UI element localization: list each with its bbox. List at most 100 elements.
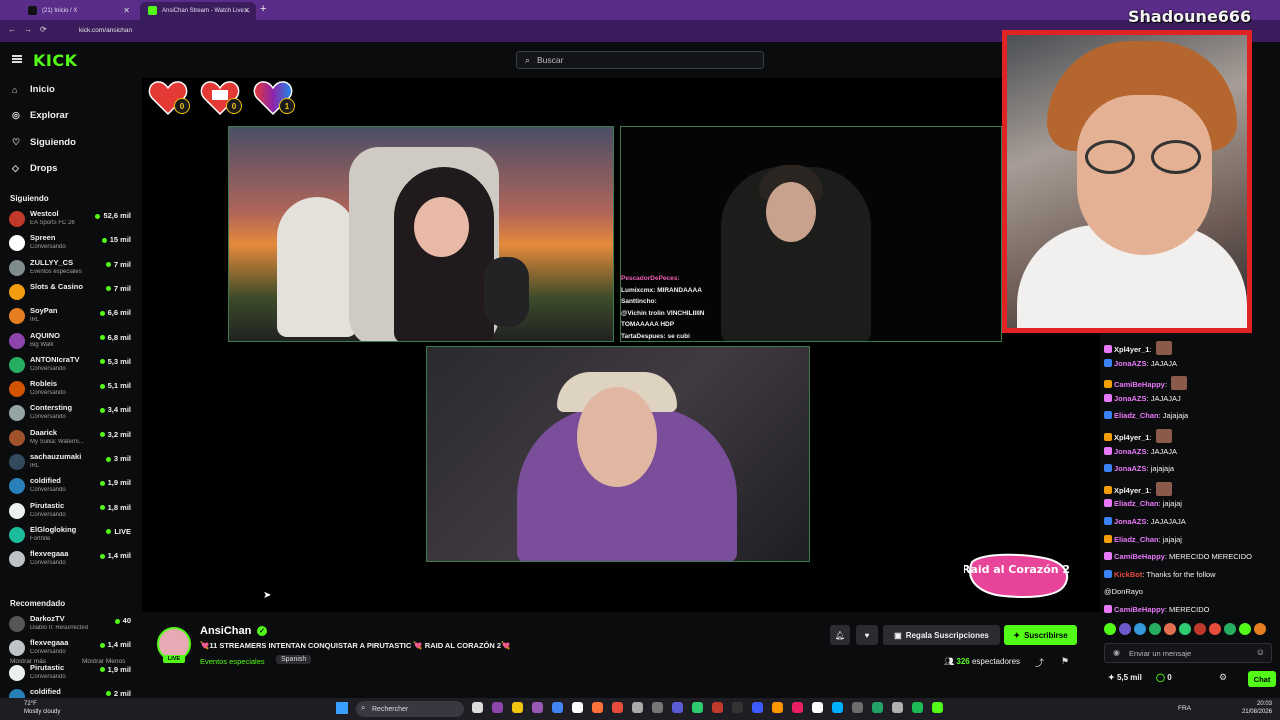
close-tab-icon[interactable]: ✕ xyxy=(243,6,250,15)
chat-username[interactable]: JonaAZS xyxy=(1114,447,1147,456)
taskbar-app-icon[interactable] xyxy=(712,702,723,713)
kick-logo[interactable]: KICK xyxy=(33,51,78,70)
sidebar-channel[interactable]: ANTONIcraTV Conversando 5,3 mil xyxy=(9,355,133,377)
sidebar-channel[interactable]: SoyPan IRL 6,6 mil xyxy=(9,306,133,328)
taskbar-app-icon[interactable] xyxy=(532,702,543,713)
settings-gear-icon[interactable]: ⚙ xyxy=(1219,672,1227,683)
taskbar-app-icon[interactable] xyxy=(912,702,923,713)
quick-emote-icon[interactable] xyxy=(1134,623,1146,635)
chat-username[interactable]: JonaAZS xyxy=(1114,464,1147,473)
quick-emote-icon[interactable] xyxy=(1224,623,1236,635)
emote-bar[interactable] xyxy=(1104,623,1276,637)
subscribe-button[interactable]: ✦ Suscribirse xyxy=(1004,625,1077,645)
sidebar-channel[interactable]: Westcol EA Sports FC 26 52,6 mil xyxy=(9,209,133,231)
taskbar-app-icon[interactable] xyxy=(572,702,583,713)
sidebar-channel[interactable]: sachauzumaki IRL 3 mil xyxy=(9,452,133,474)
chat-username[interactable]: Xpl4yer_1 xyxy=(1114,345,1149,354)
chat-username[interactable]: CamiBeHappy xyxy=(1114,605,1165,614)
smile-icon[interactable]: ☺ xyxy=(1256,647,1265,657)
sidebar-channel[interactable]: coldified Conversando 1,9 mil xyxy=(9,476,133,498)
nav-buttons[interactable]: ←→⟳ xyxy=(8,25,55,34)
taskbar-app-icon[interactable] xyxy=(472,702,483,713)
chat-username[interactable]: Xpl4yer_1 xyxy=(1114,486,1149,495)
taskbar-app-icon[interactable] xyxy=(692,702,703,713)
search-bar[interactable]: ⌕ xyxy=(516,51,764,69)
sidebar-channel[interactable]: Pirutastic Conversando 1,9 mil xyxy=(9,663,133,685)
sidebar-channel[interactable]: DarkozTV Diablo II: Resurrected 40 xyxy=(9,614,133,636)
quick-emote-icon[interactable] xyxy=(1209,623,1221,635)
sidebar-channel[interactable]: Spreen Conversando 15 mil xyxy=(9,233,133,255)
taskbar-app-icon[interactable] xyxy=(792,702,803,713)
chat-username[interactable]: Eliadz_Chan xyxy=(1114,411,1159,420)
nav-drops[interactable]: ◇ Drops xyxy=(12,163,57,174)
taskbar-app-icon[interactable] xyxy=(652,702,663,713)
quick-emote-icon[interactable] xyxy=(1149,623,1161,635)
sidebar-channel[interactable]: Contersting Conversando 3,4 mil xyxy=(9,403,133,425)
chat-message-input[interactable] xyxy=(1129,646,1249,660)
chat-send-button[interactable]: Chat xyxy=(1248,671,1276,687)
chat-username[interactable]: Eliadz_Chan xyxy=(1114,499,1159,508)
sidebar-channel[interactable]: Slots & Casino 7 mil xyxy=(9,282,133,304)
sidebar-channel[interactable]: ElGlogloking Fortnite LIVE xyxy=(9,525,133,547)
taskbar-app-icon[interactable] xyxy=(612,702,623,713)
follow-heart-button[interactable]: ♥ xyxy=(856,625,878,645)
sidebar-channel[interactable]: Pirutastic Conversando 1,8 mil xyxy=(9,501,133,523)
quick-emote-icon[interactable] xyxy=(1164,623,1176,635)
taskbar-app-icon[interactable] xyxy=(592,702,603,713)
notification-bell-button[interactable]: 🔔︎ xyxy=(830,625,850,645)
language-tag[interactable]: Spanish xyxy=(276,655,312,664)
quick-emote-icon[interactable] xyxy=(1194,623,1206,635)
gift-subs-button[interactable]: ▣ Regala Suscripciones xyxy=(883,625,1000,645)
chat-username[interactable]: JonaAZS xyxy=(1114,394,1147,403)
quick-emote-icon[interactable] xyxy=(1239,623,1251,635)
chat-username[interactable]: JonaAZS xyxy=(1114,517,1147,526)
taskbar-app-icon[interactable] xyxy=(512,702,523,713)
quick-emote-icon[interactable] xyxy=(1119,623,1131,635)
taskbar-app-icon[interactable] xyxy=(492,702,503,713)
chat-username[interactable]: CamiBeHappy xyxy=(1114,552,1165,561)
kicks-balance[interactable]: ✦ 5,5 mil xyxy=(1108,673,1142,682)
share-icon[interactable]: ⤴ xyxy=(1035,656,1044,669)
sidebar-channel[interactable]: AQUINO Big Walk 6,8 mil xyxy=(9,331,133,353)
stream-category-link[interactable]: Eventos especiales xyxy=(200,657,265,666)
taskbar-app-icon[interactable] xyxy=(632,702,643,713)
quick-emote-icon[interactable] xyxy=(1104,623,1116,635)
chat-username[interactable]: KickBot xyxy=(1114,570,1142,579)
search-input[interactable] xyxy=(537,52,757,68)
sidebar-channel[interactable]: ZULLYY_CS Eventos especiales 7 mil xyxy=(9,258,133,280)
quick-emote-icon[interactable] xyxy=(1179,623,1191,635)
sidebar-channel[interactable]: Robleis Conversando 5,1 mil xyxy=(9,379,133,401)
channel-name[interactable]: AnsiChan xyxy=(200,625,251,637)
taskbar-app-icon[interactable] xyxy=(772,702,783,713)
taskbar-app-icon[interactable] xyxy=(832,702,843,713)
taskbar-search[interactable]: ⌕ Rechercher xyxy=(356,701,464,717)
browser-tab-active[interactable]: AnsiChan Stream - Watch Live ... ✕ xyxy=(140,2,256,20)
taskbar-app-icon[interactable] xyxy=(812,702,823,713)
taskbar-app-icon[interactable] xyxy=(872,702,883,713)
video-player[interactable]: 0 0 1 PescadorDePeces: Lumixcmx: MIRANDA… xyxy=(142,78,1100,612)
nav-inicio[interactable]: ⌂ Inicio xyxy=(12,84,55,95)
nav-explorar[interactable]: ◎ Explorar xyxy=(12,110,69,121)
sidebar-channel[interactable]: Daarick My Suika: Waterm... 3,2 mil xyxy=(9,428,133,450)
chat-username[interactable]: Eliadz_Chan xyxy=(1114,535,1159,544)
weather-widget[interactable]: 72°F Mostly cloudy xyxy=(24,700,60,716)
new-tab-icon[interactable]: + xyxy=(260,3,266,15)
chat-username[interactable]: CamiBeHappy xyxy=(1114,380,1165,389)
taskbar-app-icon[interactable] xyxy=(552,702,563,713)
taskbar-app-icon[interactable] xyxy=(852,702,863,713)
windows-start-icon[interactable] xyxy=(336,702,348,714)
report-icon[interactable]: ⚑ xyxy=(1061,656,1069,667)
chat-username[interactable]: JonaAZS xyxy=(1114,359,1147,368)
taskbar-app-icon[interactable] xyxy=(752,702,763,713)
chat-input-box[interactable]: ◉ ☺ xyxy=(1104,643,1272,663)
taskbar-clock[interactable]: 20:03 21/08/2026 xyxy=(1242,700,1272,716)
menu-icon[interactable] xyxy=(12,55,22,63)
taskbar-app-icon[interactable] xyxy=(892,702,903,713)
sidebar-channel[interactable]: flexvegaaa Conversando 1,4 mil xyxy=(9,638,133,660)
quick-emote-icon[interactable] xyxy=(1254,623,1266,635)
browser-tab[interactable]: (21) Inicio / X ✕ xyxy=(20,2,136,20)
emote-picker-icon[interactable]: ◉ xyxy=(1113,648,1120,657)
url-field[interactable]: kick.com/ansichan xyxy=(79,27,132,34)
taskbar-app-icon[interactable] xyxy=(732,702,743,713)
chat-username[interactable]: Xpl4yer_1 xyxy=(1114,433,1149,442)
